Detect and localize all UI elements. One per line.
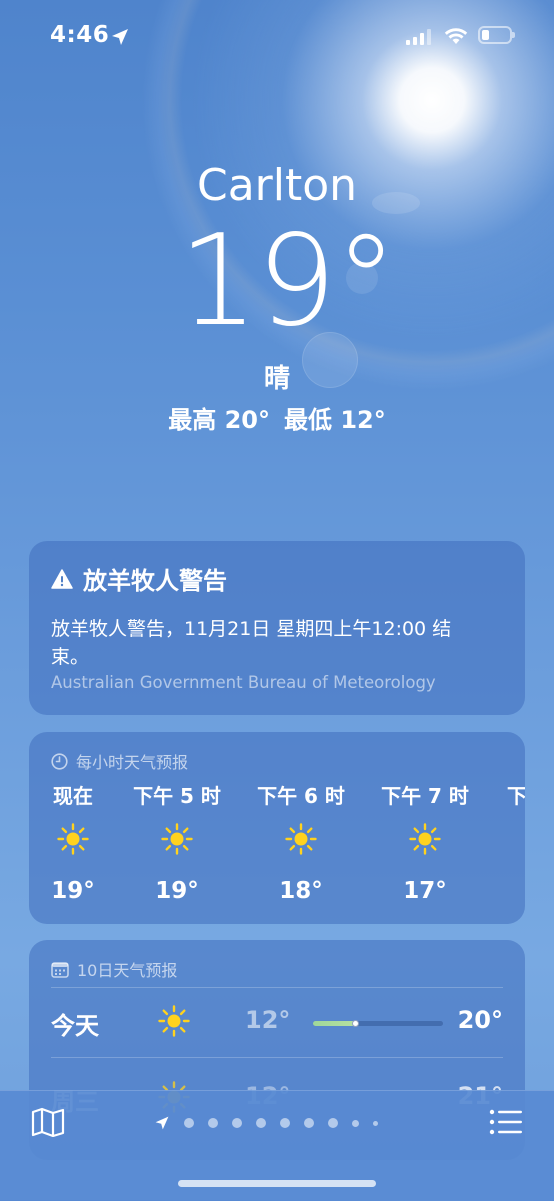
page-dot [232,1118,242,1128]
alert-source: Australian Government Bureau of Meteorol… [51,673,436,692]
daily-row[interactable]: 今天 12° 20° [51,994,503,1050]
sun-icon [409,823,441,855]
location-arrow-icon [112,29,128,45]
ten-day-forecast-title: 10日天气预报 [77,961,178,980]
page-indicator[interactable] [154,1115,378,1131]
sun-icon [158,1005,190,1037]
page-dot [373,1120,378,1126]
hourly-forecast-card[interactable]: 每小时天气预报 现在 19° 下午 5 时 19° 下午 6 时 18° 下午 … [29,732,525,924]
sun-icon [285,823,317,855]
location-arrow-icon [155,1116,169,1130]
hourly-temperature: 19° [51,878,95,904]
hourly-temperature: 19° [155,878,199,904]
low-temperature: 最低 12° [284,406,386,434]
hourly-forecast-header: 每小时天气预报 [51,749,188,773]
page-dot [208,1118,218,1128]
cellular-signal-icon [406,29,431,45]
day-high-temperature: 20° [457,1006,503,1034]
alert-title-text: 放羊牧人警告 [83,567,227,595]
hourly-time: 下 [507,784,525,808]
current-temperature-value: 19° [178,207,397,354]
high-temperature: 最高 20° [168,406,270,434]
current-temperature: 19° [0,211,554,351]
page-dot [304,1118,314,1128]
divider [51,987,503,988]
status-time: 4:46 [50,22,110,48]
hourly-item: 下 [462,780,525,808]
battery-level [482,30,489,40]
home-indicator[interactable] [178,1180,376,1187]
page-dot [184,1118,194,1128]
page-dot [256,1118,266,1128]
weather-alert-card[interactable]: 放羊牧人警告 放羊牧人警告，11月21日 星期四上午12:00 结束。 Aust… [29,541,525,715]
hourly-item: 下午 5 时 19° [122,780,232,904]
hourly-item: 现在 19° [29,780,128,904]
divider [51,1057,503,1058]
hourly-forecast-title: 每小时天气预报 [76,753,189,772]
hourly-temperature: 18° [279,878,323,904]
page-dot [280,1118,290,1128]
wifi-icon [444,28,468,44]
ten-day-forecast-header: 10日天气预报 [51,957,177,981]
warning-icon [51,568,73,589]
alert-title: 放羊牧人警告 [51,561,227,596]
high-low-temperatures: 最高 20° 最低 12° [0,400,554,435]
day-low-temperature: 12° [245,1006,291,1034]
sun-icon [57,823,89,855]
hourly-temperature: 17° [403,878,447,904]
city-name: Carlton [196,160,358,211]
map-icon[interactable] [31,1107,65,1137]
clock-icon [51,752,68,770]
sun-icon [161,823,193,855]
hourly-time: 现在 [53,784,93,808]
page-dot [352,1119,359,1127]
current-temperature-marker [352,1020,359,1027]
day-name: 今天 [51,1012,99,1040]
battery-icon [478,26,515,44]
alert-body: 放羊牧人警告，11月21日 星期四上午12:00 结束。 [51,618,452,668]
hourly-item: 下午 6 时 18° [246,780,356,904]
calendar-icon [51,961,69,978]
list-icon[interactable] [489,1109,523,1135]
page-dot [328,1118,338,1128]
temperature-range-fill [313,1021,357,1026]
hourly-time: 下午 5 时 [133,784,221,808]
hourly-time: 下午 6 时 [257,784,345,808]
weather-condition: 晴 [263,364,290,394]
temperature-range-bar [313,1020,443,1027]
